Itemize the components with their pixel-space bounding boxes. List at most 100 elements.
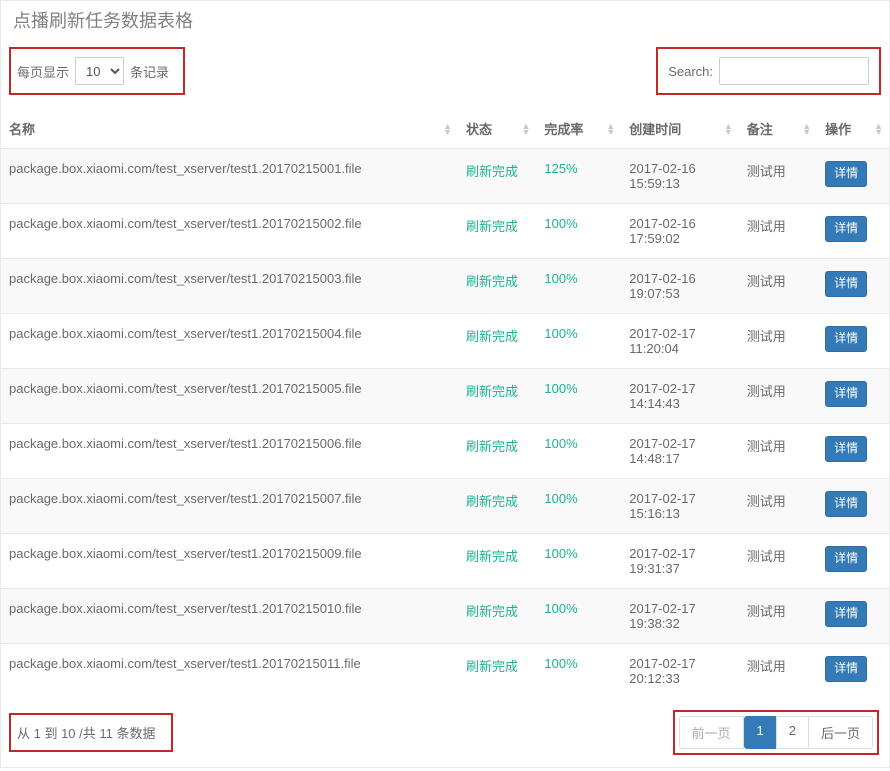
cell-action: 详情 (817, 259, 889, 314)
cell-note: 测试用 (739, 589, 817, 644)
page-title: 点播刷新任务数据表格 (1, 1, 889, 41)
cell-time: 2017-02-17 14:14:43 (621, 369, 739, 424)
table-body: package.box.xiaomi.com/test_xserver/test… (1, 149, 889, 699)
sort-icon: ▲▼ (874, 123, 883, 135)
cell-action: 详情 (817, 314, 889, 369)
detail-button[interactable]: 详情 (825, 436, 867, 462)
cell-note: 测试用 (739, 534, 817, 589)
detail-button[interactable]: 详情 (825, 326, 867, 352)
sort-icon: ▲▼ (802, 123, 811, 135)
cell-status: 刷新完成 (458, 259, 536, 314)
col-header-status[interactable]: 状态 ▲▼ (458, 109, 536, 149)
cell-status: 刷新完成 (458, 149, 536, 204)
col-header-name[interactable]: 名称 ▲▼ (1, 109, 458, 149)
table-row: package.box.xiaomi.com/test_xserver/test… (1, 259, 889, 314)
col-header-rate[interactable]: 完成率 ▲▼ (536, 109, 621, 149)
sort-icon: ▲▼ (724, 123, 733, 135)
cell-name: package.box.xiaomi.com/test_xserver/test… (1, 149, 458, 204)
cell-name: package.box.xiaomi.com/test_xserver/test… (1, 479, 458, 534)
table-row: package.box.xiaomi.com/test_xserver/test… (1, 149, 889, 204)
cell-status: 刷新完成 (458, 534, 536, 589)
page-length-select[interactable]: 10 (75, 57, 124, 85)
cell-time: 2017-02-16 17:59:02 (621, 204, 739, 259)
pagination-page[interactable]: 2 (776, 716, 809, 749)
cell-note: 测试用 (739, 314, 817, 369)
detail-button[interactable]: 详情 (825, 216, 867, 242)
pagination-prev[interactable]: 前一页 (679, 716, 744, 749)
table-row: package.box.xiaomi.com/test_xserver/test… (1, 644, 889, 699)
pagination: 前一页 12 后一页 (673, 710, 880, 755)
detail-button[interactable]: 详情 (825, 601, 867, 627)
data-table-panel: 点播刷新任务数据表格 每页显示 10 条记录 Search: 名称 ▲▼ 状态 … (0, 0, 890, 768)
cell-time: 2017-02-17 20:12:33 (621, 644, 739, 699)
sort-icon: ▲▼ (443, 123, 452, 135)
table-row: package.box.xiaomi.com/test_xserver/test… (1, 314, 889, 369)
cell-note: 测试用 (739, 259, 817, 314)
cell-time: 2017-02-17 19:38:32 (621, 589, 739, 644)
table-row: package.box.xiaomi.com/test_xserver/test… (1, 534, 889, 589)
sort-icon: ▲▼ (521, 123, 530, 135)
cell-rate: 100% (536, 479, 621, 534)
cell-action: 详情 (817, 369, 889, 424)
cell-name: package.box.xiaomi.com/test_xserver/test… (1, 534, 458, 589)
col-header-time-label: 创建时间 (629, 122, 681, 137)
detail-button[interactable]: 详情 (825, 161, 867, 187)
length-prefix-label: 每页显示 (17, 62, 69, 81)
cell-name: package.box.xiaomi.com/test_xserver/test… (1, 314, 458, 369)
col-header-rate-label: 完成率 (544, 122, 583, 137)
cell-time: 2017-02-17 15:16:13 (621, 479, 739, 534)
cell-status: 刷新完成 (458, 369, 536, 424)
col-header-note-label: 备注 (747, 122, 773, 137)
cell-time: 2017-02-16 15:59:13 (621, 149, 739, 204)
records-info: 从 1 到 10 /共 11 条数据 (9, 713, 173, 752)
cell-rate: 100% (536, 369, 621, 424)
cell-rate: 100% (536, 259, 621, 314)
detail-button[interactable]: 详情 (825, 491, 867, 517)
col-header-time[interactable]: 创建时间 ▲▼ (621, 109, 739, 149)
cell-note: 测试用 (739, 479, 817, 534)
sort-icon: ▲▼ (606, 123, 615, 135)
cell-note: 测试用 (739, 644, 817, 699)
cell-action: 详情 (817, 644, 889, 699)
detail-button[interactable]: 详情 (825, 271, 867, 297)
cell-action: 详情 (817, 589, 889, 644)
pagination-page[interactable]: 1 (744, 716, 777, 749)
cell-note: 测试用 (739, 149, 817, 204)
cell-action: 详情 (817, 424, 889, 479)
cell-name: package.box.xiaomi.com/test_xserver/test… (1, 644, 458, 699)
cell-status: 刷新完成 (458, 314, 536, 369)
detail-button[interactable]: 详情 (825, 381, 867, 407)
cell-action: 详情 (817, 149, 889, 204)
search-input[interactable] (719, 57, 869, 85)
cell-status: 刷新完成 (458, 424, 536, 479)
cell-rate: 100% (536, 534, 621, 589)
table-row: package.box.xiaomi.com/test_xserver/test… (1, 479, 889, 534)
search-control: Search: (656, 47, 881, 95)
length-suffix-label: 条记录 (130, 62, 169, 81)
col-header-note[interactable]: 备注 ▲▼ (739, 109, 817, 149)
table-row: package.box.xiaomi.com/test_xserver/test… (1, 424, 889, 479)
cell-name: package.box.xiaomi.com/test_xserver/test… (1, 259, 458, 314)
cell-time: 2017-02-17 11:20:04 (621, 314, 739, 369)
col-header-action[interactable]: 操作 ▲▼ (817, 109, 889, 149)
table-footer: 从 1 到 10 /共 11 条数据 前一页 12 后一页 (1, 698, 889, 767)
cell-rate: 100% (536, 424, 621, 479)
table-row: package.box.xiaomi.com/test_xserver/test… (1, 589, 889, 644)
col-header-action-label: 操作 (825, 122, 851, 137)
cell-status: 刷新完成 (458, 644, 536, 699)
cell-rate: 100% (536, 314, 621, 369)
cell-name: package.box.xiaomi.com/test_xserver/test… (1, 589, 458, 644)
detail-button[interactable]: 详情 (825, 546, 867, 572)
cell-name: package.box.xiaomi.com/test_xserver/test… (1, 424, 458, 479)
detail-button[interactable]: 详情 (825, 656, 867, 682)
cell-name: package.box.xiaomi.com/test_xserver/test… (1, 369, 458, 424)
col-header-status-label: 状态 (466, 122, 492, 137)
header-row: 名称 ▲▼ 状态 ▲▼ 完成率 ▲▼ 创建时间 ▲▼ 备注 ▲▼ (1, 109, 889, 149)
cell-status: 刷新完成 (458, 479, 536, 534)
col-header-name-label: 名称 (9, 122, 35, 137)
table-controls: 每页显示 10 条记录 Search: (1, 41, 889, 109)
pagination-next[interactable]: 后一页 (808, 716, 873, 749)
cell-note: 测试用 (739, 424, 817, 479)
cell-rate: 100% (536, 589, 621, 644)
cell-status: 刷新完成 (458, 204, 536, 259)
